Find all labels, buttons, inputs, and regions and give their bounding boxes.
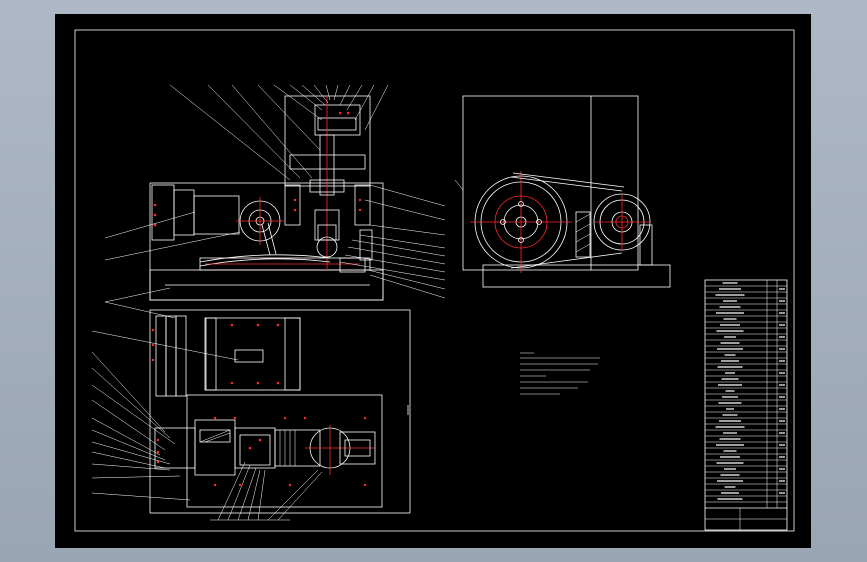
cad-viewport[interactable] xyxy=(0,0,867,562)
mechanical-assembly-drawing xyxy=(55,14,811,548)
